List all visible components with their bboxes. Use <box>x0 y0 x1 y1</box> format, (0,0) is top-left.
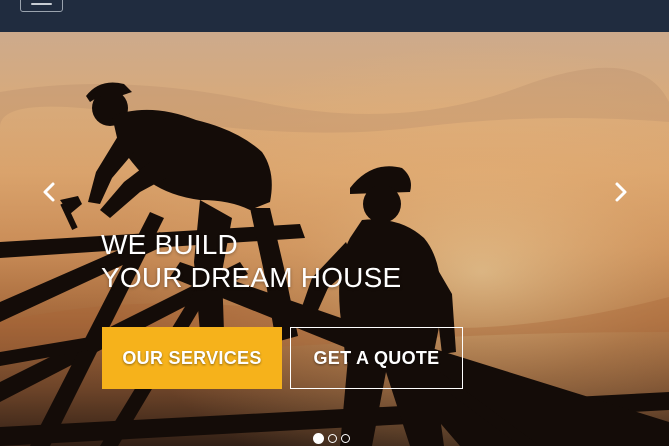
get-a-quote-button[interactable]: GET A QUOTE <box>290 327 463 389</box>
hero-carousel: WE BUILD YOUR DREAM HOUSE OUR SERVICES G… <box>0 32 669 446</box>
chevron-left-icon <box>43 182 55 202</box>
top-navbar <box>0 0 669 32</box>
hero-headline-line-1: WE BUILD <box>101 229 238 260</box>
carousel-indicator-3[interactable] <box>341 434 350 443</box>
hero-headline: WE BUILD YOUR DREAM HOUSE <box>101 228 401 294</box>
hero-headline-line-2: YOUR DREAM HOUSE <box>101 262 402 293</box>
carousel-indicator-2[interactable] <box>328 434 337 443</box>
carousel-indicators <box>313 433 350 444</box>
chevron-right-icon <box>615 182 627 202</box>
carousel-prev-button[interactable] <box>34 174 64 210</box>
hamburger-icon-bar <box>31 3 52 5</box>
hamburger-menu-button[interactable] <box>20 0 63 12</box>
our-services-button[interactable]: OUR SERVICES <box>102 327 282 389</box>
carousel-next-button[interactable] <box>606 174 636 210</box>
carousel-indicator-1[interactable] <box>313 433 324 444</box>
